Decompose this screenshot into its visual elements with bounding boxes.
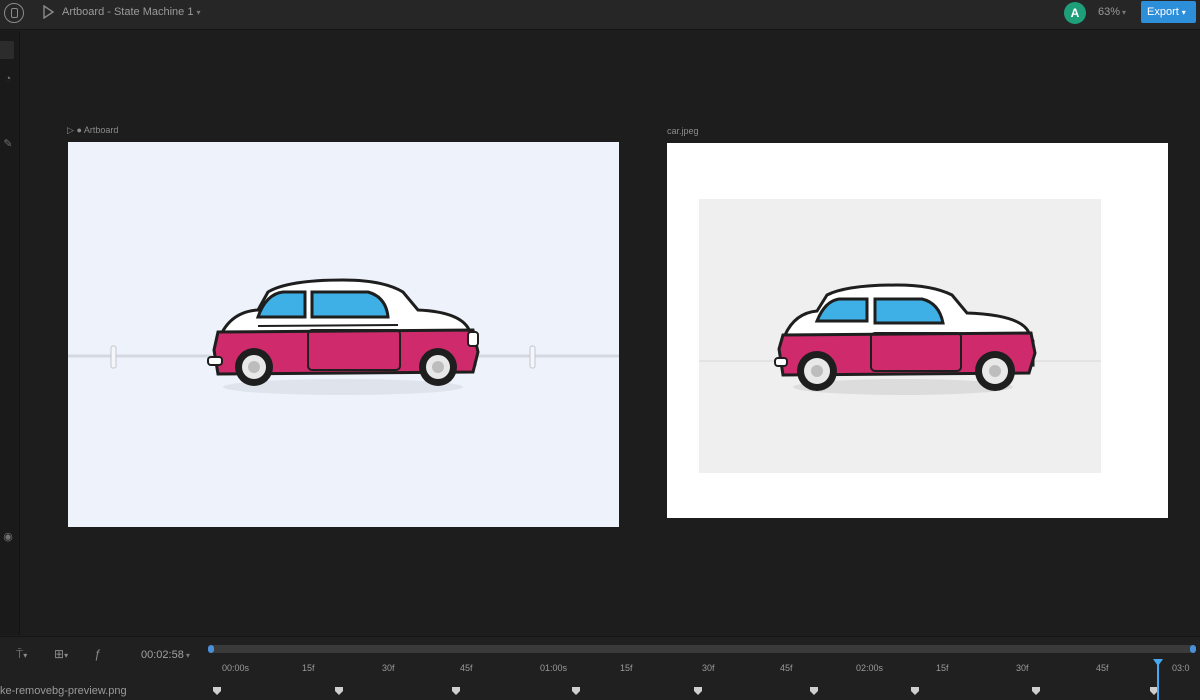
keyframe-marker[interactable] xyxy=(1032,687,1040,695)
ruler-tick-label: 15f xyxy=(620,663,633,673)
timecode-value: 00:02:58 xyxy=(141,649,184,661)
ruler-tick-label: 00:00s xyxy=(222,663,250,673)
car-illustration[interactable] xyxy=(207,278,480,395)
pen-tool-icon[interactable]: ✎ xyxy=(0,136,16,152)
curve-tool-icon[interactable]: ƒ xyxy=(94,647,101,661)
image-canvas[interactable] xyxy=(667,143,1168,518)
zoom-value: 63% xyxy=(1098,6,1121,18)
artboard-breadcrumb[interactable]: Artboard - State Machine 1 ▾ xyxy=(62,6,200,18)
keyframe-marker[interactable] xyxy=(572,687,580,695)
eye-icon[interactable]: ◉ xyxy=(0,529,16,545)
play-icon[interactable] xyxy=(41,5,55,19)
timeline-panel: ⍑▾ ⊞▾ ƒ 00:02:58 ▾ ke-removebg-preview.pn… xyxy=(0,636,1200,700)
left-toolbar: ◔ ✎ ◉ xyxy=(0,31,20,635)
timeline-scrollbar[interactable] xyxy=(210,645,1194,653)
layer-filename[interactable]: ke-removebg-preview.png xyxy=(0,685,127,697)
artboard-label: Artboard xyxy=(83,125,119,135)
keyframe-marker[interactable] xyxy=(810,687,818,695)
ruler-tick-label: 15f xyxy=(302,663,315,673)
user-avatar[interactable]: A xyxy=(1064,2,1086,24)
photo-car-illustration xyxy=(699,283,1101,395)
time-ruler[interactable]: 00:00s 15f 30f 45f 01:00s 15f 30f 45f 02:00s 15f 3… xyxy=(210,661,1200,677)
app-window: Artboard - State Machine 1 ▾ A 63% ▾ Expor… xyxy=(0,0,1200,700)
shape-tool-icon[interactable]: ◔ xyxy=(0,71,16,87)
image-frame-label[interactable]: car.jpeg xyxy=(667,126,699,136)
ruler-tick-label: 15f xyxy=(936,663,949,673)
ruler-tick-label: 03:0 xyxy=(1172,663,1190,673)
play-icon[interactable]: ▷ xyxy=(67,125,74,135)
ruler-tick-label: 01:00s xyxy=(540,663,568,673)
app-logo-icon[interactable] xyxy=(4,3,24,23)
chevron-down-icon: ▾ xyxy=(1181,8,1186,17)
record-dot-icon: ● xyxy=(76,125,82,135)
select-tool[interactable] xyxy=(0,41,14,59)
bone-handle-left[interactable] xyxy=(110,345,117,369)
artboard-scene xyxy=(68,278,619,395)
playhead-handle[interactable] xyxy=(1153,659,1163,666)
keyframe-marker[interactable] xyxy=(911,687,919,695)
ruler-tick-label: 30f xyxy=(382,663,395,673)
zoom-dropdown[interactable]: 63% ▾ xyxy=(1098,6,1126,18)
artboard-canvas[interactable] xyxy=(68,142,619,527)
ruler-tick-label: 45f xyxy=(460,663,473,673)
export-button[interactable]: Export ▾ xyxy=(1141,1,1196,23)
keyframe-marker[interactable] xyxy=(694,687,702,695)
top-bar: Artboard - State Machine 1 ▾ A 63% ▾ Expor… xyxy=(0,0,1200,30)
keyframe-tool-icon[interactable]: ⊞▾ xyxy=(54,647,68,661)
ruler-tick-label: 30f xyxy=(702,663,715,673)
ruler-tick-label: 02:00s xyxy=(856,663,884,673)
export-label: Export xyxy=(1147,6,1179,18)
bone-handle-right[interactable] xyxy=(529,345,536,369)
scroll-handle-right[interactable] xyxy=(1190,645,1196,653)
keyframe-marker[interactable] xyxy=(452,687,460,695)
bone-tool-icon[interactable]: ⍑▾ xyxy=(16,647,27,662)
keyframe-row[interactable] xyxy=(210,685,1200,699)
scroll-handle-left[interactable] xyxy=(208,645,214,653)
breadcrumb-title: Artboard - State Machine 1 xyxy=(62,6,194,18)
chevron-down-icon: ▾ xyxy=(185,651,190,660)
artboard-frame-label[interactable]: ▷ ● Artboard xyxy=(67,125,118,136)
ruler-tick-label: 30f xyxy=(1016,663,1029,673)
keyframe-marker[interactable] xyxy=(335,687,343,695)
chevron-down-icon: ▾ xyxy=(1122,8,1127,17)
timecode-dropdown[interactable]: 00:02:58 ▾ xyxy=(141,649,190,661)
ruler-tick-label: 45f xyxy=(780,663,793,673)
keyframe-marker[interactable] xyxy=(213,687,221,695)
ruler-tick-label: 45f xyxy=(1096,663,1109,673)
chevron-down-icon: ▾ xyxy=(196,8,201,17)
